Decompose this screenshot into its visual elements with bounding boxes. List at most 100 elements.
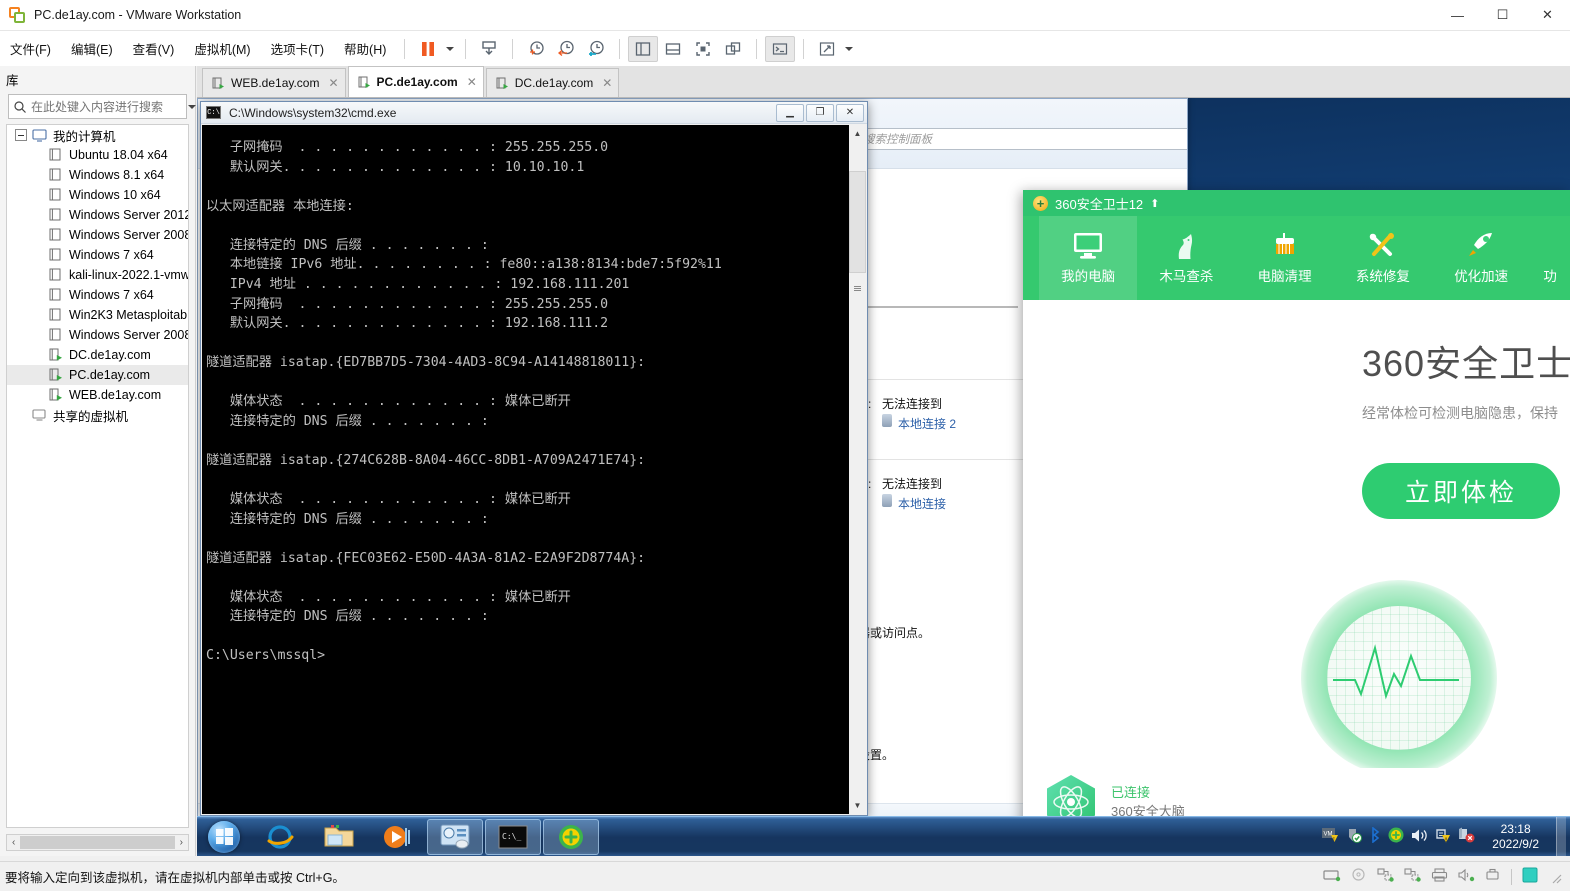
chevron-down-icon[interactable]: [842, 36, 856, 62]
action-center-warning-icon[interactable]: !: [1435, 827, 1451, 846]
cmd-vertical-scrollbar[interactable]: ▲ ▼: [849, 125, 866, 814]
360-tray-icon[interactable]: [1388, 827, 1404, 846]
chevron-down-icon[interactable]: [188, 100, 196, 114]
file-explorer-icon[interactable]: [311, 819, 367, 855]
connection-link[interactable]: 本地连接 2: [898, 414, 956, 434]
connection-link[interactable]: 本地连接: [898, 494, 946, 514]
taskbar-clock[interactable]: 23:18 2022/9/2: [1482, 822, 1549, 852]
tree-root-my-computer[interactable]: 我的计算机: [7, 125, 188, 145]
minimize-button[interactable]: —: [1435, 0, 1480, 31]
library-vm-item[interactable]: kali-linux-2022.1-vmw: [7, 265, 188, 285]
snapshot-manager-button[interactable]: [581, 36, 611, 62]
cmd-window-icon[interactable]: C:\_: [485, 818, 541, 855]
cmd-console[interactable]: 子网掩码 . . . . . . . . . . . . : 255.255.2…: [202, 125, 866, 814]
upgrade-arrow-icon[interactable]: ⬆: [1150, 197, 1159, 210]
start-checkup-button[interactable]: 立即体检: [1362, 463, 1560, 519]
control-panel-window-icon[interactable]: [427, 818, 483, 855]
guest-desktop[interactable]: ↻ 搜索控制面板 ✖ Internet 访问类型:: [197, 98, 1570, 856]
tree-shared-vms[interactable]: 共享的虚拟机: [7, 405, 188, 425]
menu-help[interactable]: 帮助(H): [334, 35, 396, 62]
cmd-window[interactable]: C:\ C:\Windows\system32\cmd.exe ▁ ❐ ✕ 子网…: [200, 101, 868, 816]
close-icon[interactable]: ✕: [602, 76, 612, 90]
menu-view[interactable]: 查看(V): [123, 35, 185, 62]
tab-web-de1ay[interactable]: WEB.de1ay.com ✕: [202, 68, 346, 97]
cmd-title-bar[interactable]: C:\ C:\Windows\system32\cmd.exe ▁ ❐ ✕: [201, 102, 867, 124]
search-input[interactable]: [27, 98, 188, 115]
take-snapshot-button[interactable]: [521, 36, 551, 62]
network-adapter-2-icon[interactable]: [1404, 868, 1421, 885]
360-window-icon[interactable]: [543, 818, 599, 855]
collapse-icon[interactable]: [15, 129, 27, 141]
menu-vm[interactable]: 虚拟机(M): [184, 35, 260, 62]
vm-library-tree[interactable]: 我的计算机 Ubuntu 18.04 x64 Windows 8.1 x64 Win…: [6, 124, 189, 828]
vm-tools-icon[interactable]: VM!: [1322, 827, 1339, 846]
nav-trojan-scan[interactable]: 木马查杀: [1137, 216, 1235, 300]
cmd-restore-button[interactable]: ❐: [806, 103, 834, 122]
suspend-button[interactable]: [413, 36, 443, 62]
display-icon[interactable]: [1522, 867, 1538, 886]
network-adapter-1-icon[interactable]: [1377, 868, 1394, 885]
sound-card-icon[interactable]: [1458, 868, 1475, 885]
library-vm-item[interactable]: Windows 7 x64: [7, 245, 188, 265]
library-vm-item[interactable]: Ubuntu 18.04 x64: [7, 145, 188, 165]
scroll-thumb[interactable]: [849, 171, 866, 273]
show-desktop-button[interactable]: [1556, 816, 1566, 856]
library-vm-item[interactable]: Windows Server 2012: [7, 205, 188, 225]
printer-icon[interactable]: [1431, 868, 1448, 885]
start-button[interactable]: [197, 818, 251, 856]
security-360-window[interactable]: 360安全卫士12 ⬆ 我的电脑 木马查杀 电脑清理: [1023, 190, 1570, 836]
control-panel-search-input[interactable]: 搜索控制面板: [856, 128, 1187, 150]
stretch-button[interactable]: [812, 36, 842, 62]
show-library-button[interactable]: [628, 35, 659, 62]
nav-system-repair[interactable]: 系统修复: [1334, 216, 1432, 300]
library-vm-item[interactable]: WEB.de1ay.com: [7, 385, 188, 405]
revert-snapshot-button[interactable]: [551, 36, 581, 62]
shield-check-icon[interactable]: [1346, 827, 1363, 846]
bluetooth-icon[interactable]: [1369, 826, 1381, 846]
library-vm-item[interactable]: Windows 7 x64: [7, 285, 188, 305]
resize-grip-icon[interactable]: [1548, 870, 1562, 884]
usb-controller-icon[interactable]: [1485, 868, 1501, 885]
library-vm-item[interactable]: Windows 10 x64: [7, 185, 188, 205]
scroll-left-button[interactable]: ‹: [7, 837, 20, 848]
internet-explorer-icon[interactable]: [253, 819, 309, 855]
menu-tabs[interactable]: 选项卡(T): [261, 35, 334, 62]
cmd-minimize-button[interactable]: ▁: [776, 103, 804, 122]
library-vm-item[interactable]: DC.de1ay.com: [7, 345, 188, 365]
media-player-icon[interactable]: [369, 819, 425, 855]
snapshot-button[interactable]: [474, 36, 504, 62]
close-button[interactable]: ✕: [1525, 0, 1570, 31]
nav-toolbox[interactable]: 功: [1530, 216, 1570, 300]
menu-file[interactable]: 文件(F): [0, 35, 61, 62]
scroll-right-button[interactable]: ›: [175, 837, 188, 848]
close-icon[interactable]: ✕: [467, 75, 477, 89]
close-icon[interactable]: ✕: [328, 76, 338, 90]
library-vm-item[interactable]: Windows Server 2008: [7, 325, 188, 345]
library-vm-item[interactable]: PC.de1ay.com: [7, 365, 188, 385]
tab-pc-de1ay[interactable]: PC.de1ay.com ✕: [347, 66, 484, 97]
fullscreen-button[interactable]: [688, 36, 718, 62]
chevron-down-icon[interactable]: [443, 36, 457, 62]
hard-disk-icon[interactable]: [1323, 868, 1341, 885]
library-vm-item[interactable]: Windows 8.1 x64: [7, 165, 188, 185]
security-360-title-bar[interactable]: 360安全卫士12 ⬆: [1023, 190, 1570, 216]
library-vm-item[interactable]: Windows Server 2008: [7, 225, 188, 245]
library-horizontal-scrollbar[interactable]: ‹ ›: [6, 834, 189, 851]
scroll-down-button[interactable]: ▼: [849, 797, 866, 814]
nav-my-computer[interactable]: 我的电脑: [1039, 216, 1138, 300]
unity-button[interactable]: [718, 36, 748, 62]
tab-dc-de1ay[interactable]: DC.de1ay.com ✕: [485, 68, 620, 97]
scroll-thumb[interactable]: [20, 836, 175, 849]
network-error-icon[interactable]: [1458, 827, 1475, 846]
show-thumbnails-button[interactable]: [658, 36, 688, 62]
nav-pc-cleanup[interactable]: 电脑清理: [1236, 216, 1334, 300]
menu-edit[interactable]: 编辑(E): [61, 35, 123, 62]
volume-icon[interactable]: [1411, 828, 1428, 846]
scroll-up-button[interactable]: ▲: [849, 125, 866, 142]
cd-dvd-icon[interactable]: [1351, 868, 1367, 885]
console-button[interactable]: [765, 35, 796, 62]
cmd-close-button[interactable]: ✕: [836, 103, 864, 122]
library-vm-item[interactable]: Win2K3 Metasploitab: [7, 305, 188, 325]
maximize-button[interactable]: ☐: [1480, 0, 1525, 31]
library-search-box[interactable]: [8, 94, 188, 119]
